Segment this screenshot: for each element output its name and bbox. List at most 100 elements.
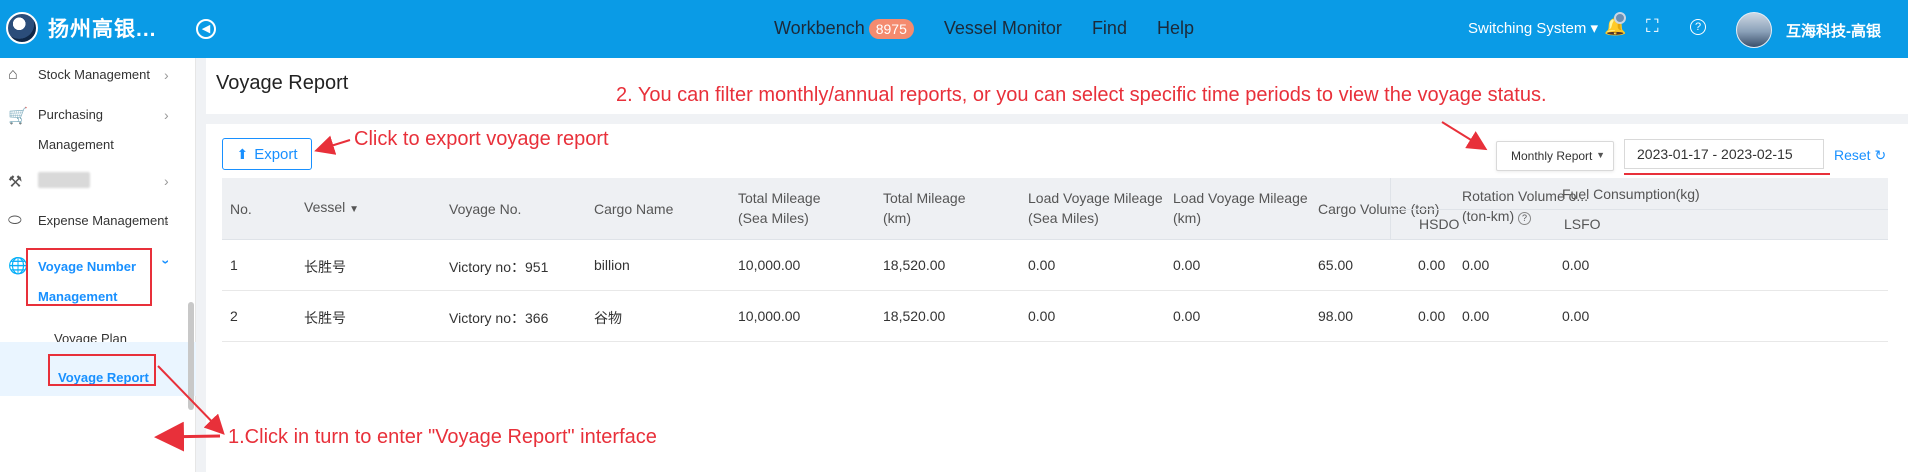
col-voyage-no: Voyage No. [449,201,522,217]
hammer-icon: ⚒ [8,174,23,191]
col-vessel[interactable]: Vessel ▼ [304,197,359,220]
annotation-box-voyage-report [48,354,156,386]
col-load-mileage-km: Load Voyage Mileage (km) [1173,188,1308,228]
caret-down-icon: ▼ [1596,150,1605,160]
nav-find-label: Find [1091,18,1127,38]
nav-vessel-monitor-label: Vessel Monitor [943,18,1062,38]
col-unit: (ton-km) [1462,208,1515,224]
cell-cargo-name: 谷物 [594,310,622,326]
help-icon[interactable]: ? [1690,19,1706,35]
period-select-value: Monthly Report [1511,149,1593,163]
cell-load-km: 0.00 [1173,308,1201,324]
switching-system-dropdown[interactable]: Switching System ▾ [1468,19,1598,37]
sidebar-scrollbar[interactable] [188,302,194,410]
period-select[interactable]: Monthly Report ▼ [1496,141,1614,171]
chevron-right-icon: › [164,173,169,189]
sidebar-item-purchasing[interactable]: 🛒 Purchasing Management › [0,100,196,160]
table-header: No. Vessel ▼ Voyage No. Cargo Name Total… [222,178,1888,240]
col-cargo-name: Cargo Name [594,201,674,217]
cell-cargo-volume: 98.00 [1318,308,1354,324]
nav-help[interactable]: Help [1157,18,1194,39]
cell-no: 1 [230,257,238,273]
sidebar-item-label: Stock Management [38,67,151,82]
col-hsdo: HSDO [1419,216,1460,232]
brand-name: 扬州高银... [48,18,157,41]
cell-total-sea: 10,000.00 [738,308,801,324]
col-lsfo: LSFO [1564,216,1601,232]
globe-icon: 🌐 [8,258,28,275]
annotation-export-hint: Click to export voyage report [354,128,609,150]
col-total-mileage-km: Total Mileage (km) [883,188,966,228]
chevron-right-icon: › [164,213,169,229]
upload-icon: ⬆ [236,145,249,162]
cell-hsdo: 0.00 [1418,257,1446,273]
annotation-underline [1624,173,1830,175]
fullscreen-icon[interactable]: ⛶ [1646,16,1659,37]
cell-load-sea: 0.00 [1028,257,1056,273]
sort-down-icon: ▼ [349,204,360,215]
col-load-mileage-sea: Load Voyage Mileage (Sea Miles) [1028,188,1163,228]
annotation-step1: 1.Click in turn to enter "Voyage Report"… [228,426,657,448]
nav-vessel-monitor[interactable]: Vessel Monitor [944,18,1062,39]
cell-voyage-no: Victory no：951 [449,259,549,275]
export-button-label: Export [254,145,298,163]
col-unit: (Sea Miles) [1028,210,1099,226]
table-row[interactable]: 2 长胜号 Victory no：366 谷物 10,000.00 18,520… [222,291,1888,342]
cell-load-sea: 0.00 [1028,308,1056,324]
col-vessel-label: Vessel [304,199,346,215]
cell-hsdo: 0.00 [1418,308,1446,324]
cell-rotation: 0.00 [1462,257,1490,273]
cell-cargo-volume: 65.00 [1318,257,1354,273]
cart-icon: 🛒 [8,108,28,125]
chevron-down-icon: › [158,259,175,265]
nav-find[interactable]: Find [1092,18,1127,39]
notification-dot-icon [1614,12,1626,24]
col-label: Load Voyage Mileage [1173,190,1308,206]
company-logo [6,12,38,44]
brand[interactable]: 扬州高银... [6,12,157,44]
export-button[interactable]: ⬆ Export [222,138,312,170]
table-row[interactable]: 1 长胜号 Victory no：951 billion 10,000.00 1… [222,240,1888,291]
info-icon[interactable]: ? [1518,212,1532,225]
col-unit: (km) [883,210,911,226]
sidebar: ⌂ Stock Management › 🛒 Purchasing Manage… [0,58,196,472]
annotation-step2: 2. You can filter monthly/annual reports… [616,84,1547,106]
cell-voyage-no: Victory no：366 [449,310,549,326]
sidebar-item-hidden[interactable]: ⚒ › [0,166,196,196]
cell-vessel: 长胜号 [304,259,346,275]
col-total-mileage-sea: Total Mileage (Sea Miles) [738,188,821,228]
reset-button[interactable]: Reset ↻ [1834,147,1886,164]
content: Voyage Report ⬆ Export Monthly Report ▼ … [206,58,1908,472]
cell-total-km: 18,520.00 [883,257,946,273]
cell-vessel: 长胜号 [304,310,346,326]
cell-total-sea: 10,000.00 [738,257,801,273]
col-unit: (Sea Miles) [738,210,809,226]
cell-lsfo: 0.00 [1562,257,1590,273]
nav-workbench-label: Workbench [774,18,865,38]
database-icon: ⬭ [8,212,22,229]
nav-help-label: Help [1156,18,1194,38]
sidebar-item-expense[interactable]: ⬭ Expense Management › [0,206,196,236]
collapse-sidebar-icon[interactable]: ◀ [196,19,216,39]
cell-load-km: 0.00 [1173,257,1201,273]
cell-rotation: 0.00 [1462,308,1490,324]
username[interactable]: 互海科技-高银 [1786,20,1881,41]
sidebar-item-label: Expense Management [38,213,169,228]
refresh-icon: ↻ [1874,147,1887,163]
redacted-label [38,172,90,188]
col-unit: (km) [1173,210,1201,226]
sidebar-item-stock[interactable]: ⌂ Stock Management › [0,60,196,90]
date-range-picker[interactable]: 2023-01-17 - 2023-02-15 [1624,139,1824,169]
home-icon: ⌂ [8,66,18,83]
page-title: Voyage Report [216,72,349,94]
avatar[interactable] [1736,12,1772,48]
chevron-right-icon: › [164,67,169,83]
cell-lsfo: 0.00 [1562,308,1590,324]
sidebar-item-label-2: Management [38,137,114,152]
col-label: Total Mileage [738,190,821,206]
col-fuel-consumption: Fuel Consumption(kg) [1562,186,1700,202]
sidebar-item-label: Purchasing [38,107,104,122]
header-divider [1390,209,1888,210]
top-bar: 扬州高银... ◀ Workbench 8975 Vessel Monitor … [0,0,1908,58]
nav-workbench[interactable]: Workbench 8975 [774,18,914,39]
